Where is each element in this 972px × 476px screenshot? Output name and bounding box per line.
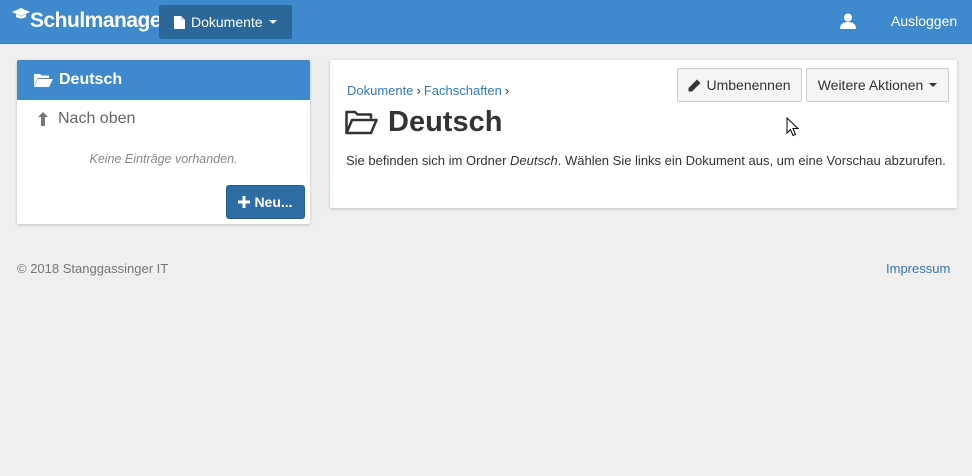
breadcrumb-dokumente[interactable]: Dokumente: [347, 83, 413, 98]
description-folder-name: Deutsch: [510, 153, 558, 168]
folder-open-icon: [345, 110, 378, 135]
chevron-down-icon: [929, 83, 938, 87]
folder-description: Sie befinden sich im Ordner Deutsch. Wäh…: [346, 150, 946, 171]
chevron-right-icon: ›: [504, 83, 510, 98]
documents-menu-label: Dokumente: [191, 14, 263, 30]
folder-open-icon: [34, 73, 53, 87]
chevron-down-icon: [268, 20, 277, 24]
navigate-up-label: Nach oben: [58, 110, 136, 127]
breadcrumb: Dokumente › Fachschaften ›: [347, 83, 512, 98]
document-icon: [174, 15, 185, 29]
empty-list-message: Keine Einträge vorhanden.: [89, 152, 238, 166]
new-button[interactable]: Neu...: [226, 185, 305, 219]
documents-menu-button[interactable]: Dokumente: [159, 5, 292, 39]
more-actions-label: Weitere Aktionen: [817, 77, 924, 93]
folder-detail-panel: Dokumente › Fachschaften › Umbenennen We…: [330, 60, 957, 208]
more-actions-button[interactable]: Weitere Aktionen: [806, 68, 949, 102]
new-button-label: Neu...: [254, 194, 293, 210]
level-up-icon: [38, 112, 48, 126]
rename-button-label: Umbenennen: [706, 77, 791, 93]
brand-logo[interactable]: Schulmanager: [12, 6, 169, 36]
description-suffix: . Wählen Sie links ein Dokument aus, um …: [557, 153, 946, 168]
page-title: Deutsch: [345, 106, 502, 139]
copyright-text: © 2018 Stanggassinger IT: [17, 261, 169, 276]
pencil-icon: [688, 79, 701, 92]
chevron-right-icon: ›: [416, 83, 421, 98]
user-icon[interactable]: [840, 13, 858, 31]
mouse-cursor-icon: [786, 116, 800, 137]
plus-icon: [238, 196, 251, 208]
brand-name: Schulmanager: [30, 9, 169, 32]
description-prefix: Sie befinden sich im Ordner: [346, 153, 511, 168]
impressum-link[interactable]: Impressum: [886, 261, 950, 276]
folder-sidebar: Deutsch Nach oben Keine Einträge vorhand…: [17, 60, 310, 224]
rename-button[interactable]: Umbenennen: [677, 68, 802, 102]
navigate-up-link[interactable]: Nach oben: [38, 110, 135, 128]
current-folder-header: Deutsch: [17, 60, 310, 100]
graduation-cap-icon: [12, 8, 30, 32]
page-title-text: Deutsch: [388, 106, 503, 138]
current-folder-title: Deutsch: [59, 71, 123, 88]
logout-link[interactable]: Ausloggen: [891, 13, 957, 29]
top-navbar: Schulmanager Dokumente Ausloggen: [0, 0, 972, 44]
breadcrumb-fachschaften[interactable]: Fachschaften: [424, 83, 502, 98]
